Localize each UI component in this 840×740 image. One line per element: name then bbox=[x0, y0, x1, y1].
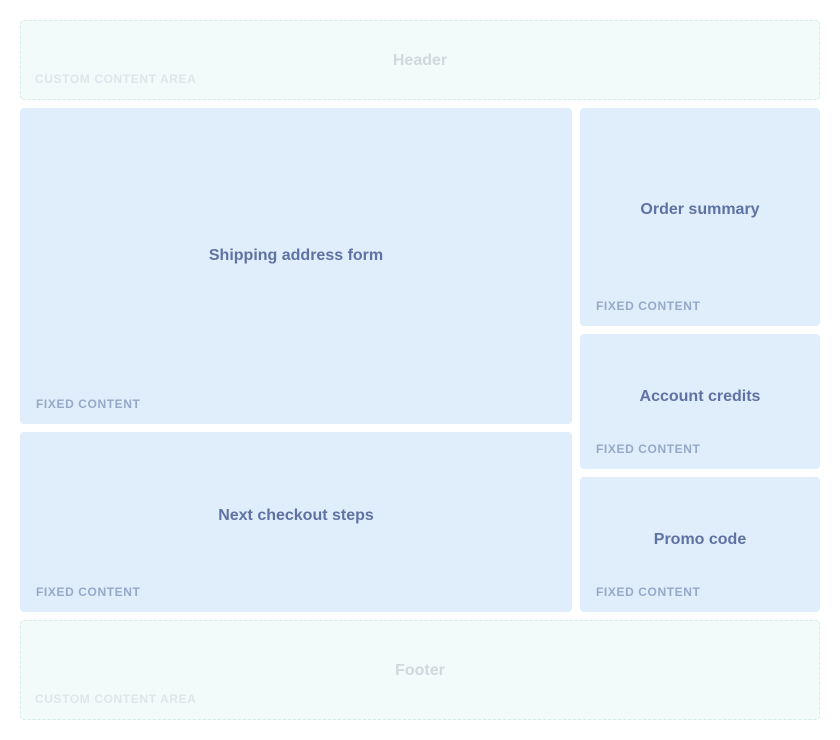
footer-area-tag: CUSTOM CONTENT AREA bbox=[35, 692, 197, 706]
order-summary-tag: FIXED CONTENT bbox=[596, 299, 701, 313]
header-area-tag: CUSTOM CONTENT AREA bbox=[35, 72, 197, 86]
account-credits-region: Account credits FIXED CONTENT bbox=[580, 334, 820, 469]
order-summary-region: Order summary FIXED CONTENT bbox=[580, 108, 820, 326]
footer-region: Footer CUSTOM CONTENT AREA bbox=[20, 620, 820, 720]
account-credits-title: Account credits bbox=[639, 388, 761, 405]
checkout-layout: Header CUSTOM CONTENT AREA Shipping addr… bbox=[0, 0, 840, 740]
header-title: Header bbox=[392, 52, 448, 69]
shipping-address-form-region: Shipping address form FIXED CONTENT bbox=[20, 108, 572, 424]
promo-code-tag: FIXED CONTENT bbox=[596, 585, 701, 599]
account-credits-tag: FIXED CONTENT bbox=[596, 442, 701, 456]
next-checkout-steps-region: Next checkout steps FIXED CONTENT bbox=[20, 432, 572, 612]
order-summary-title: Order summary bbox=[640, 201, 760, 218]
promo-code-region: Promo code FIXED CONTENT bbox=[580, 477, 820, 612]
shipping-address-form-title: Shipping address form bbox=[208, 247, 384, 264]
shipping-address-form-tag: FIXED CONTENT bbox=[36, 397, 141, 411]
footer-title: Footer bbox=[395, 662, 445, 679]
next-checkout-steps-title: Next checkout steps bbox=[218, 507, 374, 524]
next-checkout-steps-tag: FIXED CONTENT bbox=[36, 585, 141, 599]
header-region: Header CUSTOM CONTENT AREA bbox=[20, 20, 820, 100]
promo-code-title: Promo code bbox=[653, 531, 747, 548]
